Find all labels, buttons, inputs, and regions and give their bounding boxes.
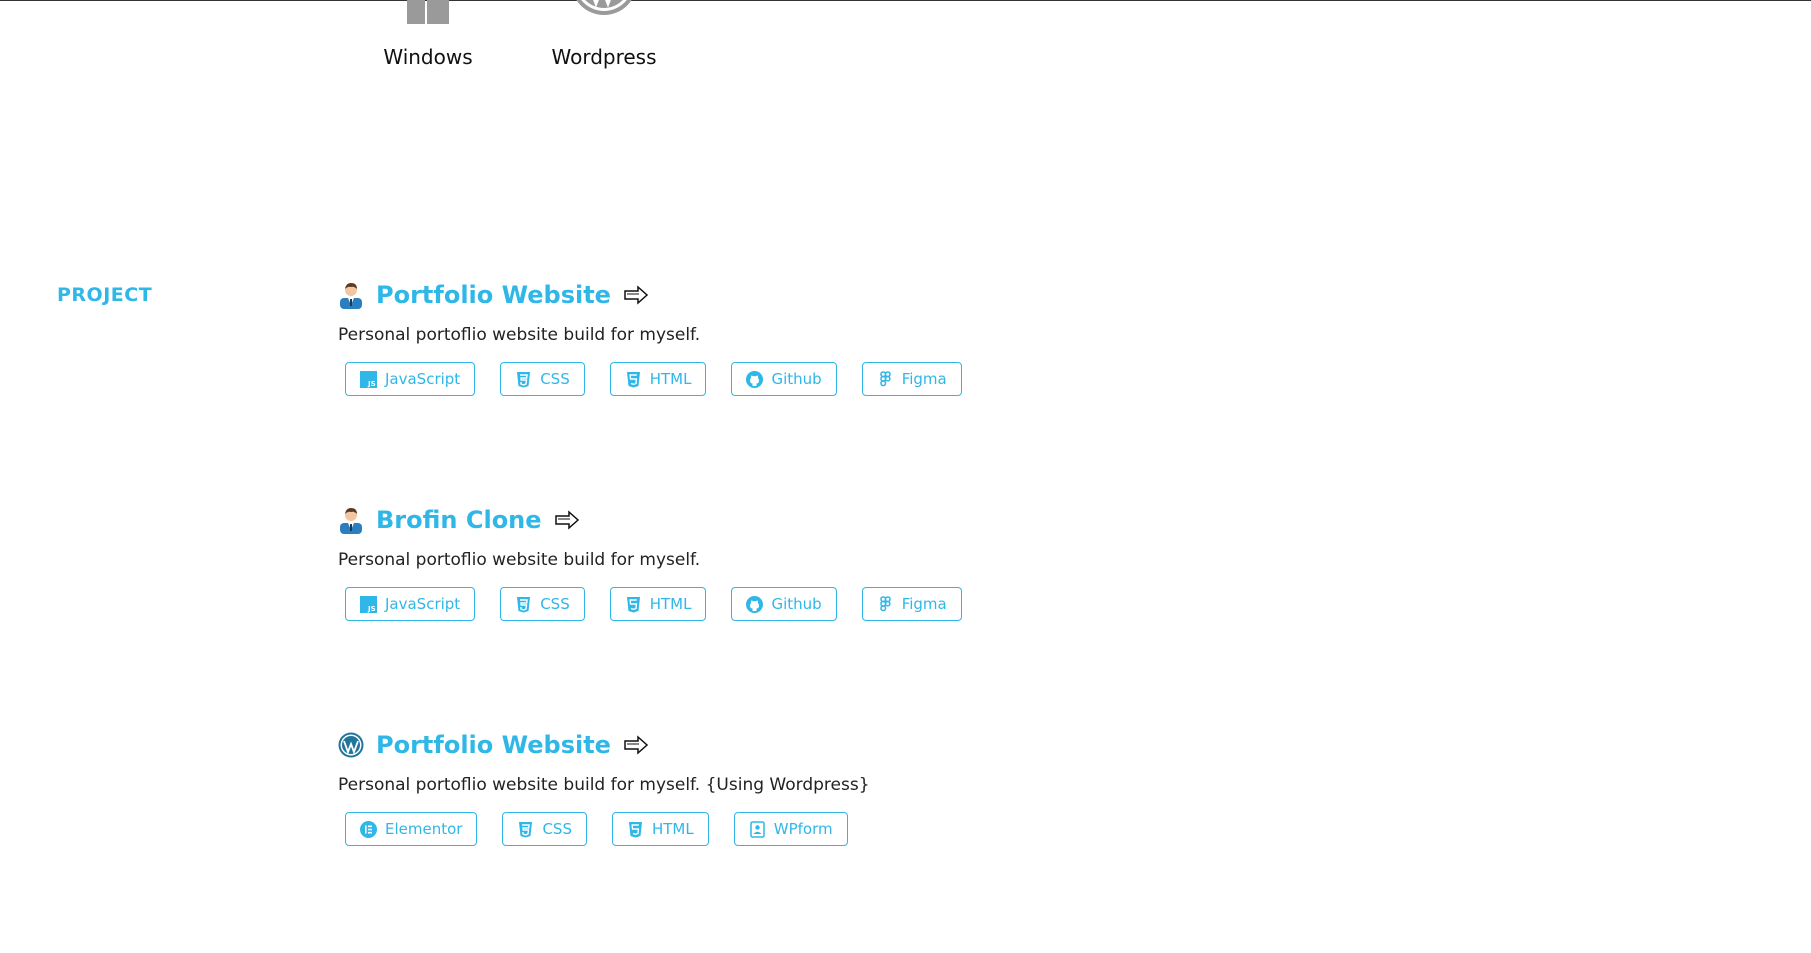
css3-icon bbox=[515, 371, 532, 388]
tag-label: Figma bbox=[901, 370, 947, 388]
tag-wpform[interactable]: WPform bbox=[733, 812, 848, 846]
project-title-link[interactable]: Portfolio Website bbox=[376, 731, 611, 759]
html5-icon bbox=[625, 596, 642, 613]
tag-label: CSS bbox=[542, 820, 572, 838]
html5-icon bbox=[627, 821, 644, 838]
tag-github[interactable]: Github bbox=[731, 362, 837, 396]
project-card: Portfolio Website Personal portoflio web… bbox=[338, 278, 1338, 503]
github-icon bbox=[746, 595, 764, 613]
tag-figma[interactable]: Figma bbox=[861, 587, 962, 621]
tag-label: HTML bbox=[649, 370, 692, 388]
javascript-icon: JS bbox=[360, 370, 377, 388]
tag-label: Github bbox=[771, 595, 822, 613]
figma-icon bbox=[877, 595, 894, 613]
figma-icon bbox=[877, 370, 894, 388]
top-divider bbox=[0, 0, 1811, 1]
arrow-right-icon[interactable] bbox=[554, 510, 580, 530]
developer-avatar-icon bbox=[340, 508, 362, 534]
tag-label: Figma bbox=[901, 595, 947, 613]
tag-javascript[interactable]: JS JavaScript bbox=[345, 362, 476, 396]
project-list: Portfolio Website Personal portoflio web… bbox=[338, 278, 1338, 953]
tag-elementor[interactable]: Elementor bbox=[345, 812, 478, 846]
tag-css[interactable]: CSS bbox=[500, 362, 585, 396]
windows-logo-icon bbox=[393, 0, 463, 26]
tag-github[interactable]: Github bbox=[731, 587, 837, 621]
tag-label: Elementor bbox=[385, 820, 463, 838]
project-card: Brofin Clone Personal portoflio website … bbox=[338, 503, 1338, 728]
tag-label: HTML bbox=[651, 820, 694, 838]
tag-html[interactable]: HTML bbox=[611, 812, 709, 846]
tag-label: HTML bbox=[649, 595, 692, 613]
wordpress-logo-icon bbox=[569, 0, 639, 26]
project-title-link[interactable]: Brofin Clone bbox=[376, 506, 542, 534]
html5-icon bbox=[625, 371, 642, 388]
tag-label: Github bbox=[771, 370, 822, 388]
javascript-icon: JS bbox=[360, 595, 377, 613]
tag-figma[interactable]: Figma bbox=[861, 362, 962, 396]
tag-javascript[interactable]: JS JavaScript bbox=[345, 587, 476, 621]
project-card: Portfolio Website Personal portoflio web… bbox=[338, 728, 1338, 953]
tag-list: Elementor CSS HTML WPform bbox=[345, 812, 1338, 846]
tag-css[interactable]: CSS bbox=[502, 812, 587, 846]
tag-list: JS JavaScript CSS HTML Github Figma bbox=[345, 587, 1338, 621]
tag-label: WPform bbox=[773, 820, 833, 838]
tag-html[interactable]: HTML bbox=[609, 587, 707, 621]
project-header: Portfolio Website bbox=[338, 728, 1338, 762]
tag-label: CSS bbox=[540, 370, 570, 388]
wpforms-icon bbox=[749, 820, 766, 838]
project-header: Portfolio Website bbox=[338, 278, 1338, 312]
project-description: Personal portoflio website build for mys… bbox=[338, 325, 701, 345]
skill-label: Wordpress bbox=[551, 45, 657, 69]
github-icon bbox=[746, 370, 764, 388]
css3-icon bbox=[517, 821, 534, 838]
svg-text:JS: JS bbox=[367, 380, 376, 388]
skill-wordpress: Wordpress bbox=[516, 0, 692, 70]
css3-icon bbox=[515, 596, 532, 613]
arrow-right-icon[interactable] bbox=[623, 285, 649, 305]
svg-text:JS: JS bbox=[367, 605, 376, 613]
project-description: Personal portoflio website build for mys… bbox=[338, 550, 701, 570]
section-label-project: PROJECT bbox=[57, 284, 153, 306]
skill-label: Windows bbox=[383, 45, 473, 69]
tag-label: JavaScript bbox=[385, 370, 461, 388]
tag-label: CSS bbox=[540, 595, 570, 613]
skill-windows: Windows bbox=[340, 0, 516, 70]
tag-label: JavaScript bbox=[385, 595, 461, 613]
wordpress-logo-icon bbox=[338, 732, 364, 758]
skills-row: Windows Wordpress bbox=[340, 0, 692, 70]
tag-css[interactable]: CSS bbox=[500, 587, 585, 621]
arrow-right-icon[interactable] bbox=[623, 735, 649, 755]
tag-html[interactable]: HTML bbox=[609, 362, 707, 396]
project-title-link[interactable]: Portfolio Website bbox=[376, 281, 611, 309]
project-header: Brofin Clone bbox=[338, 503, 1338, 537]
elementor-icon bbox=[360, 820, 377, 838]
developer-avatar-icon bbox=[340, 283, 362, 309]
tag-list: JS JavaScript CSS HTML Github Figma bbox=[345, 362, 1338, 396]
project-description: Personal portoflio website build for mys… bbox=[338, 775, 870, 795]
